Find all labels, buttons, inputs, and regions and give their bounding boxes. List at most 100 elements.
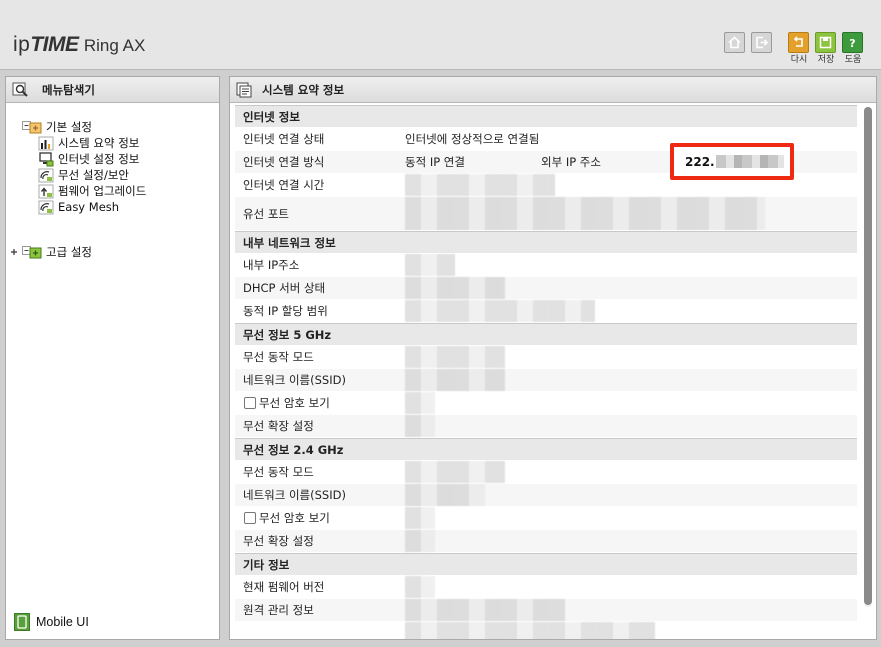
folder-expand-icon	[22, 245, 42, 259]
row-label: 원격 관리 정보	[243, 603, 314, 617]
expand-plus-icon	[10, 248, 18, 256]
sidebar-item-label: 펌웨어 업그레이드	[58, 184, 147, 198]
help-label: 도움	[844, 55, 862, 65]
phone-icon	[14, 613, 30, 631]
table-row: 무선 암호 보기	[235, 507, 857, 530]
logo-ip: ip	[13, 33, 31, 56]
folder-collapse-icon	[22, 120, 42, 134]
help-icon: ?	[845, 35, 860, 50]
sidebar-item-wireless[interactable]: 무선 설정/보안	[38, 167, 129, 183]
tree-group-advanced[interactable]: 고급 설정	[10, 244, 92, 260]
row-label: 현재 펌웨어 버전	[243, 580, 325, 594]
row-label: 인터넷 연결 시간	[243, 178, 325, 192]
row-value-redacted	[405, 300, 857, 322]
sidebar-item-internet-settings[interactable]: 인터넷 설정 정보	[38, 151, 139, 167]
sidebar-item-firmware[interactable]: 펌웨어 업그레이드	[38, 183, 146, 199]
section-internet: 인터넷 정보	[235, 105, 857, 128]
row-label: 무선 암호 보기	[259, 396, 330, 410]
show-password-checkbox[interactable]	[244, 512, 256, 524]
row-label: 동적 IP 할당 범위	[243, 304, 328, 318]
row-value-redacted	[405, 530, 857, 552]
mobile-ui-link[interactable]: Mobile UI	[14, 613, 89, 631]
magnifier-icon	[12, 82, 30, 98]
upgrade-icon	[38, 184, 54, 199]
sidebar-item-system-summary[interactable]: 시스템 요약 정보	[38, 135, 139, 151]
help-button[interactable]: ?	[842, 32, 863, 53]
section-title: 내부 네트워크 정보	[243, 235, 336, 250]
logout-icon	[754, 35, 769, 50]
save-label: 저장	[817, 55, 835, 65]
table-row: 무선 확장 설정	[235, 415, 857, 438]
back-button[interactable]	[788, 32, 809, 53]
main-title-bar: 시스템 요약 정보	[230, 77, 876, 103]
row-value-redacted	[405, 461, 857, 483]
sidebar-item-label: 인터넷 설정 정보	[58, 152, 140, 166]
row-value-redacted	[405, 254, 857, 276]
table-row: 원격 관리 정보	[235, 599, 857, 622]
scrollbar-thumb[interactable]	[864, 107, 872, 605]
sidebar-item-label: Easy Mesh	[58, 200, 120, 214]
table-row: 무선 동작 모드	[235, 461, 857, 484]
table-row: 네트워크 이름(SSID)	[235, 484, 857, 507]
row-value: 동적 IP 연결	[405, 155, 465, 169]
back-label: 다시	[790, 55, 808, 65]
row-value-redacted	[405, 599, 857, 621]
row-label: 네트워크 이름(SSID)	[243, 488, 346, 502]
row-value-redacted	[405, 369, 857, 391]
sidebar-item-label: 무선 설정/보안	[58, 168, 130, 182]
tree-group-basic[interactable]: 기본 설정	[22, 119, 92, 135]
section-title: 무선 정보 5 GHz	[243, 327, 332, 342]
section-title: 기타 정보	[243, 557, 290, 572]
row-value-redacted	[405, 576, 857, 598]
row-value-redacted	[405, 392, 857, 414]
row-label: DHCP 서버 상태	[243, 281, 326, 295]
table-row	[235, 622, 857, 639]
row-value-redacted	[405, 507, 857, 529]
logo: ipTIME Ring AX	[13, 33, 145, 57]
sidebar-title-bar: 메뉴탐색기	[6, 77, 219, 103]
home-icon	[727, 35, 742, 50]
row-label: 무선 동작 모드	[243, 350, 314, 364]
row-value-redacted	[405, 277, 857, 299]
section-wireless-24ghz: 무선 정보 2.4 GHz	[235, 438, 857, 461]
row-label: 네트워크 이름(SSID)	[243, 373, 346, 387]
wireless-icon	[38, 168, 54, 183]
document-icon	[236, 82, 252, 98]
table-row: 무선 확장 설정	[235, 530, 857, 553]
table-row: 유선 포트	[235, 197, 857, 231]
show-password-5ghz: 무선 암호 보기	[235, 395, 405, 411]
row-label: 인터넷 연결 상태	[243, 132, 325, 146]
section-title: 무선 정보 2.4 GHz	[243, 442, 344, 457]
logo-model: Ring AX	[83, 36, 146, 55]
table-row: 동적 IP 할당 범위	[235, 300, 857, 323]
svg-text:?: ?	[849, 37, 855, 50]
table-row: 무선 동작 모드	[235, 346, 857, 369]
show-password-checkbox[interactable]	[244, 397, 256, 409]
row-label: 인터넷 연결 방식	[243, 155, 325, 169]
row-value-redacted	[405, 197, 857, 230]
tree-group-basic-label: 기본 설정	[46, 120, 92, 134]
external-ip-highlight: 222.	[670, 143, 794, 180]
row-value-redacted	[405, 622, 857, 639]
row-label: 유선 포트	[243, 206, 289, 221]
sidebar-item-easy-mesh[interactable]: Easy Mesh	[38, 199, 119, 215]
table-row: 네트워크 이름(SSID)	[235, 369, 857, 392]
logout-button[interactable]	[751, 32, 772, 53]
summary-table: 인터넷 정보 인터넷 연결 상태 인터넷에 정상적으로 연결됨 인터넷 연결 방…	[235, 105, 857, 639]
sidebar-title: 메뉴탐색기	[42, 82, 95, 97]
logo-time: TIME	[30, 33, 79, 56]
section-wireless-5ghz: 무선 정보 5 GHz	[235, 323, 857, 346]
home-button[interactable]	[724, 32, 745, 53]
show-password-24ghz: 무선 암호 보기	[235, 510, 405, 526]
main-title: 시스템 요약 정보	[262, 82, 345, 97]
save-button[interactable]	[815, 32, 836, 53]
row-value-redacted	[405, 415, 857, 437]
sidebar-item-label: 시스템 요약 정보	[58, 136, 140, 150]
back-icon	[791, 35, 806, 50]
header: ipTIME Ring AX 다시 저장 ? 도움	[0, 0, 881, 70]
row-label: 무선 암호 보기	[259, 511, 330, 525]
wireless-icon	[38, 200, 54, 215]
mobile-ui-label: Mobile UI	[36, 615, 89, 629]
section-lan: 내부 네트워크 정보	[235, 231, 857, 254]
vertical-scrollbar[interactable]	[864, 107, 872, 607]
